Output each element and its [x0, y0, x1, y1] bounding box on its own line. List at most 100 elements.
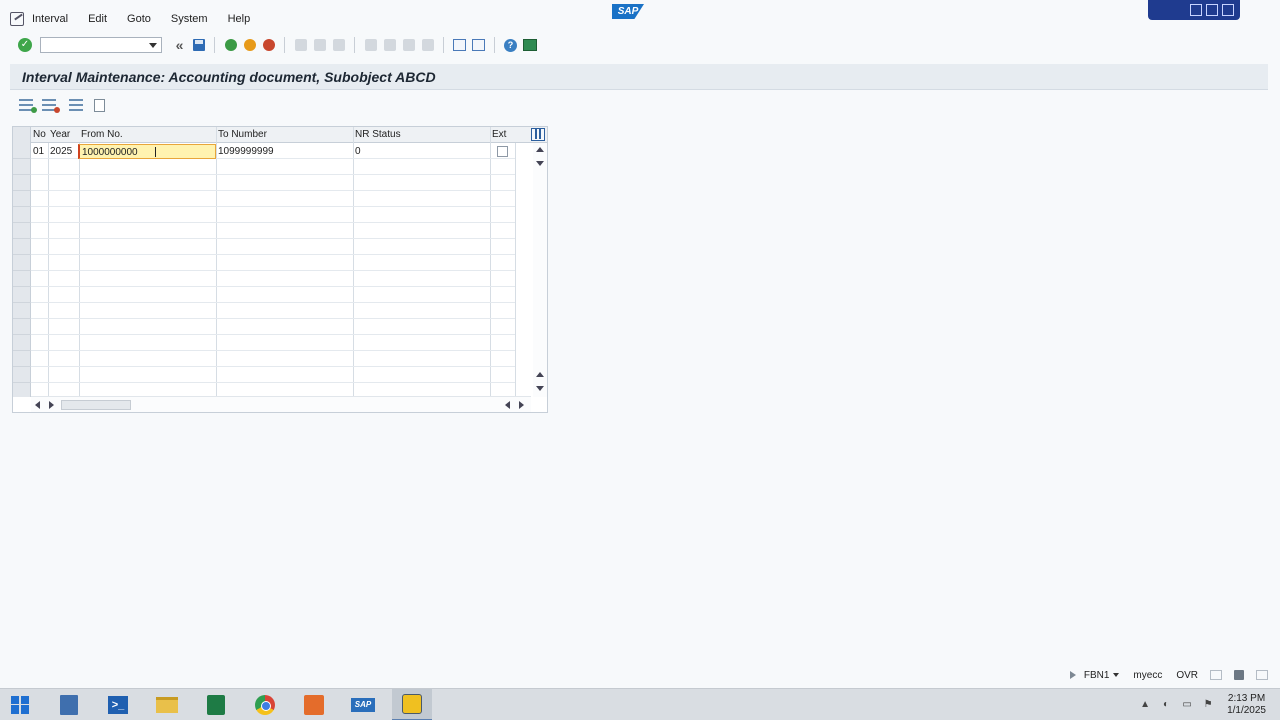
scroll-down-icon[interactable] — [536, 161, 544, 166]
maximize-icon[interactable] — [1206, 4, 1218, 16]
delete-interval-button[interactable] — [41, 97, 60, 113]
taskbar-chrome[interactable] — [245, 689, 285, 720]
minimize-icon[interactable] — [1190, 4, 1202, 16]
window-controls — [1148, 0, 1240, 20]
scroll-page-down-icon[interactable] — [536, 386, 544, 391]
find-button[interactable] — [312, 37, 328, 53]
to-number-input[interactable]: 1099999999 — [216, 144, 353, 159]
clock-date: 1/1/2025 — [1227, 705, 1266, 716]
column-divider — [353, 127, 354, 397]
help-button[interactable]: ? — [503, 37, 519, 53]
new-session-button[interactable] — [452, 37, 468, 53]
details-button[interactable] — [91, 97, 107, 113]
table-settings-icon[interactable] — [531, 128, 545, 141]
menu-interval[interactable]: Interval — [32, 13, 68, 25]
network-icon[interactable]: ▭ — [1181, 699, 1193, 711]
toolbar-separator — [443, 37, 444, 53]
new-session-icon — [453, 39, 466, 51]
taskbar-orange-app[interactable] — [294, 689, 334, 720]
flag-icon[interactable]: ⚑ — [1202, 699, 1214, 711]
print-button[interactable] — [293, 37, 309, 53]
first-page-button[interactable] — [363, 37, 379, 53]
sap-icon: SAP — [351, 697, 375, 712]
menu-edit[interactable]: Edit — [88, 13, 107, 25]
from-no-input[interactable]: 1000000000 — [78, 144, 216, 159]
status-layout-icon[interactable] — [1210, 670, 1222, 680]
find-next-button[interactable] — [331, 37, 347, 53]
chevron-up-icon[interactable]: ▲ — [1139, 699, 1151, 711]
row-selector-divider — [13, 190, 31, 191]
lock-icon[interactable] — [1234, 670, 1244, 680]
column-header-year[interactable]: Year — [48, 127, 79, 143]
row-divider — [31, 222, 515, 223]
taskbar-excel[interactable] — [196, 689, 236, 720]
scroll-up-icon[interactable] — [536, 147, 544, 152]
column-divider — [490, 127, 491, 397]
scroll-page-up-icon[interactable] — [536, 372, 544, 377]
toolbar-separator — [284, 37, 285, 53]
menu-system[interactable]: System — [171, 13, 208, 25]
cancel-button[interactable] — [261, 37, 277, 53]
column-header-from-no[interactable]: From No. — [79, 127, 216, 143]
toolbar-separator — [354, 37, 355, 53]
row-selector-divider — [13, 238, 31, 239]
command-field[interactable] — [40, 37, 162, 53]
horizontal-scroll-thumb[interactable] — [61, 400, 131, 410]
scroll-right-icon[interactable] — [49, 401, 54, 409]
save-button[interactable] — [191, 37, 207, 53]
shortcut-button[interactable] — [471, 37, 487, 53]
row-selector-divider — [13, 334, 31, 335]
column-header-no[interactable]: No — [31, 127, 48, 143]
windows-start-icon[interactable] — [11, 695, 29, 714]
taskbar-file-explorer[interactable] — [147, 689, 187, 720]
document-icon — [93, 98, 105, 112]
page-title: Interval Maintenance: Accounting documen… — [22, 69, 436, 85]
row-selector-divider — [13, 270, 31, 271]
taskbar-sap-gui[interactable]: SAP — [343, 689, 383, 720]
prev-page-button[interactable] — [382, 37, 398, 53]
row-divider — [31, 350, 515, 351]
transaction-code[interactable]: FBN1 — [1084, 670, 1120, 681]
customize-layout-button[interactable] — [522, 37, 538, 53]
close-icon[interactable] — [1222, 4, 1234, 16]
input-mode[interactable]: OVR — [1176, 670, 1198, 681]
select-all-column[interactable] — [13, 127, 31, 143]
taskbar-powershell[interactable]: >_ — [98, 689, 138, 720]
clock[interactable]: 2:13 PM 1/1/2025 — [1227, 693, 1266, 717]
powershell-icon: >_ — [108, 695, 128, 714]
row-selector-divider — [13, 206, 31, 207]
column-header-to-number[interactable]: To Number — [216, 127, 353, 143]
taskbar-server-manager[interactable] — [49, 689, 89, 720]
next-page-button[interactable] — [401, 37, 417, 53]
scroll-left-end-icon[interactable] — [505, 401, 510, 409]
menu-edit-icon[interactable] — [10, 12, 24, 26]
status-info-icon[interactable] — [1256, 670, 1268, 680]
back-button[interactable] — [223, 37, 239, 53]
enter-check-icon[interactable]: ✓ — [18, 38, 32, 52]
system-name: myecc — [1133, 669, 1163, 681]
change-status-button[interactable] — [68, 97, 84, 113]
ext-checkbox[interactable] — [497, 146, 508, 157]
column-header-ext[interactable]: Ext — [490, 127, 514, 143]
back-double-icon[interactable]: « — [172, 37, 188, 53]
taskbar-sap-logon[interactable] — [392, 688, 432, 720]
last-page-button[interactable] — [420, 37, 436, 53]
horizontal-scrollbar[interactable] — [31, 396, 531, 412]
cell-year: 2025 — [50, 146, 73, 157]
vertical-scrollbar[interactable] — [533, 143, 547, 397]
row-selector-divider — [13, 286, 31, 287]
menu-goto[interactable]: Goto — [127, 13, 151, 25]
exit-button[interactable] — [242, 37, 258, 53]
title-bar: Interval Maintenance: Accounting documen… — [10, 64, 1268, 90]
row-divider — [31, 334, 515, 335]
scroll-right-end-icon[interactable] — [519, 401, 524, 409]
column-header-nr-status[interactable]: NR Status — [353, 127, 490, 143]
volume-icon[interactable]: ◐ — [1160, 699, 1172, 711]
insert-interval-button[interactable] — [18, 97, 37, 113]
change-status-icon — [69, 99, 83, 111]
orange-app-icon — [304, 694, 324, 715]
play-icon[interactable] — [1069, 671, 1076, 679]
scroll-left-icon[interactable] — [35, 401, 40, 409]
menu-help[interactable]: Help — [228, 13, 251, 25]
help-icon: ? — [504, 38, 517, 52]
